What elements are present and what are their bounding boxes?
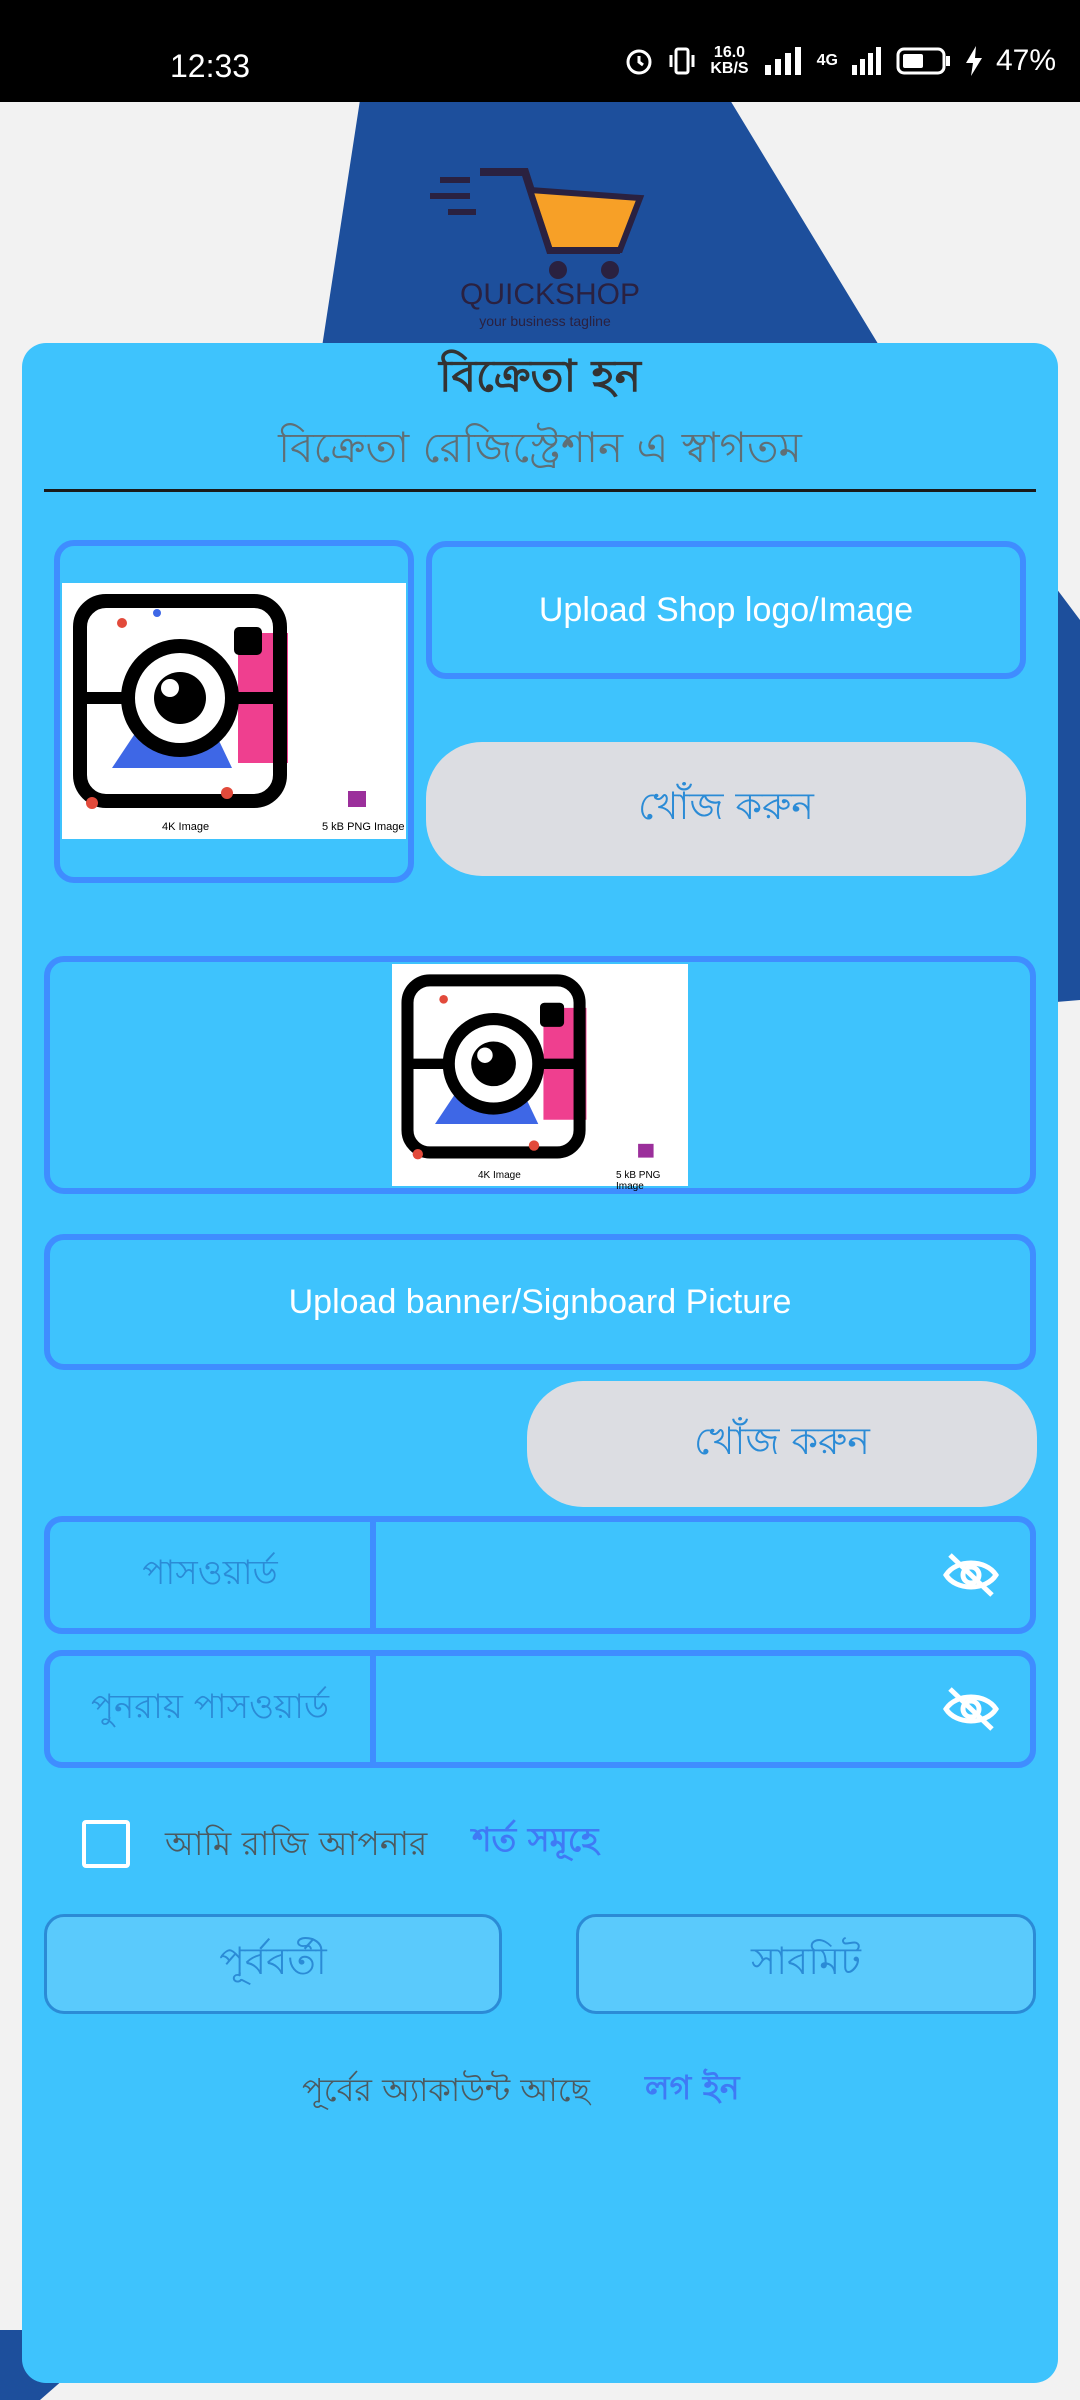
battery-icon bbox=[896, 47, 950, 75]
logo-tagline: your business tagline bbox=[479, 313, 611, 329]
image-placeholder-icon bbox=[62, 583, 406, 839]
shop-logo-search-button[interactable]: খোঁজ করুন bbox=[426, 742, 1026, 876]
previous-button[interactable]: পূর্ববর্তী bbox=[44, 1914, 502, 2014]
confirm-password-label: পুনরায় পাসওয়ার্ড bbox=[50, 1656, 376, 1762]
page-title: বিক্রেতা হন bbox=[438, 351, 642, 402]
network-speed: 16.0 KB/S bbox=[710, 45, 748, 77]
submit-button[interactable]: সাবমিট bbox=[576, 1914, 1036, 2014]
banner-search-label: খোঁজ করুন bbox=[694, 1419, 870, 1463]
visibility-off-icon[interactable] bbox=[942, 1685, 1000, 1733]
signal-icon-2 bbox=[851, 47, 881, 75]
logo-name: QUICKSHOP bbox=[460, 278, 641, 311]
shop-logo-preview: 4K Image 5 kB PNG Image bbox=[62, 583, 406, 839]
upload-banner-label: Upload banner/Signboard Picture bbox=[288, 1282, 792, 1321]
quickshop-logo: QUICKSHOP your business tagline bbox=[430, 130, 650, 330]
password-label: পাসওয়ার্ড bbox=[50, 1522, 376, 1628]
confirm-password-field[interactable]: পুনরায় পাসওয়ার্ড bbox=[44, 1650, 1036, 1768]
previous-button-label: পূর্ববর্তী bbox=[219, 1939, 327, 1983]
have-account-text: পূর্বের অ্যাকাউন্ট আছে bbox=[302, 2071, 590, 2109]
header-divider bbox=[44, 489, 1036, 492]
status-icons: 16.0 KB/S 4G 47% bbox=[624, 44, 1056, 78]
upload-shop-logo-label: Upload Shop logo/Image bbox=[538, 590, 914, 629]
password-field[interactable]: পাসওয়ার্ড bbox=[44, 1516, 1036, 1634]
charging-icon bbox=[965, 46, 982, 76]
upload-shop-logo-button[interactable]: Upload Shop logo/Image bbox=[426, 541, 1026, 679]
signal-icon bbox=[764, 47, 801, 75]
preview-caption-left: 4K Image bbox=[478, 1170, 521, 1181]
visibility-off-icon[interactable] bbox=[942, 1551, 1000, 1599]
upload-banner-button[interactable]: Upload banner/Signboard Picture bbox=[44, 1234, 1036, 1370]
terms-link[interactable]: শর্ত সমূহে bbox=[472, 1814, 599, 1870]
submit-button-label: সাবমিট bbox=[751, 1939, 861, 1983]
image-placeholder-icon bbox=[392, 964, 688, 1186]
preview-caption-right: 5 kB PNG Image bbox=[322, 821, 405, 833]
preview-caption-right: 5 kB PNG Image bbox=[616, 1170, 661, 1192]
status-time: 12:33 bbox=[170, 48, 251, 84]
battery-percent: 47% bbox=[995, 44, 1056, 77]
banner-search-button[interactable]: খোঁজ করুন bbox=[527, 1381, 1037, 1507]
login-link[interactable]: লগ ইন bbox=[645, 2062, 740, 2118]
alarm-icon bbox=[626, 49, 652, 75]
network-type: 4G bbox=[816, 52, 838, 69]
banner-preview: 4K Image 5 kB PNG Image bbox=[392, 964, 688, 1192]
network-speed-unit: KB/S bbox=[710, 60, 749, 77]
network-speed-value: 16.0 bbox=[713, 44, 746, 61]
agree-checkbox[interactable] bbox=[82, 1820, 130, 1868]
agree-text: আমি রাজি আপনার bbox=[165, 1824, 428, 1863]
vibrate-icon bbox=[669, 47, 695, 75]
shop-logo-search-label: খোঁজ করুন bbox=[638, 784, 814, 828]
status-bar: 12:33 16.0 KB/S 4G 47% bbox=[0, 0, 1080, 102]
page-subtitle: বিক্রেতা রেজিস্ট্রেশান এ স্বাগতম bbox=[278, 423, 802, 472]
preview-caption-left: 4K Image bbox=[162, 821, 210, 833]
